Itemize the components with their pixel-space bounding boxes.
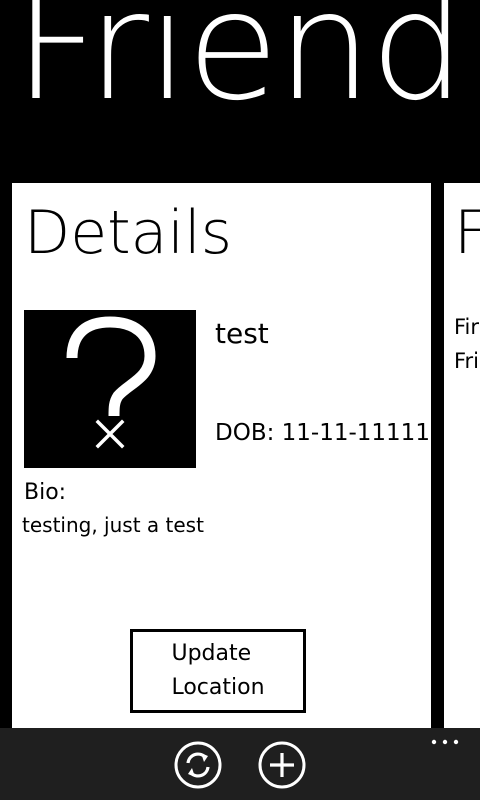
refresh-icon bbox=[174, 741, 222, 789]
update-location-button[interactable]: Update Location bbox=[130, 629, 306, 713]
details-panel: Details test DOB: 11-11-11111 Bio: testi… bbox=[12, 183, 431, 728]
friend-dob: DOB: 11-11-11111 bbox=[215, 420, 430, 446]
bio-text: testing, just a test bbox=[22, 513, 204, 537]
refresh-button[interactable] bbox=[174, 741, 222, 789]
bio-label: Bio: bbox=[24, 480, 67, 505]
ellipsis-icon bbox=[431, 739, 459, 745]
profile-photo bbox=[24, 310, 196, 468]
next-panel-header: F bbox=[454, 198, 480, 268]
next-panel[interactable]: F Fir Fri bbox=[444, 183, 480, 728]
add-button[interactable] bbox=[258, 741, 306, 789]
next-panel-line-1: Fir bbox=[454, 315, 480, 339]
application-bar bbox=[0, 728, 480, 800]
next-panel-line-2: Fri bbox=[454, 349, 480, 373]
friend-screen: Friend Details test DOB: 11-11-11111 Bio… bbox=[0, 0, 480, 800]
friend-name: test bbox=[215, 317, 269, 350]
missing-photo-icon bbox=[24, 310, 196, 468]
update-location-button-label: Update Location bbox=[171, 641, 265, 700]
panorama-title: Friend bbox=[14, 0, 465, 134]
more-options-button[interactable] bbox=[430, 732, 460, 752]
add-icon bbox=[258, 741, 306, 789]
details-header: Details bbox=[24, 198, 233, 268]
